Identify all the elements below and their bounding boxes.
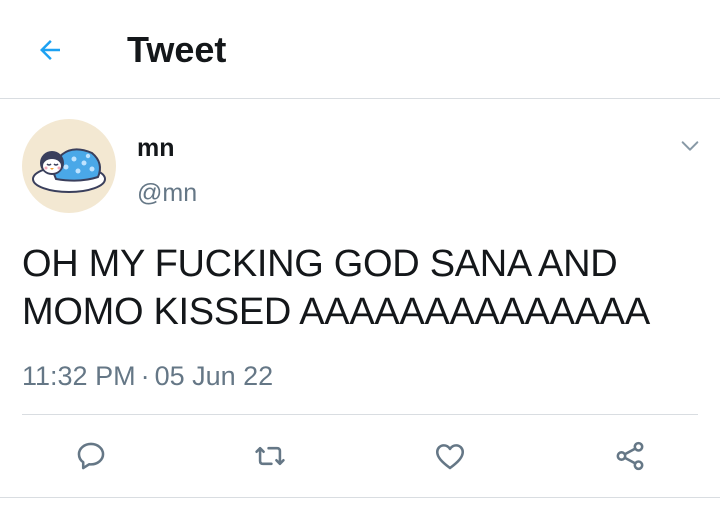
tweet-text: OH MY FUCKING GOD SANA AND MOMO KISSED A… [22,243,650,333]
reply-icon [77,442,105,470]
chevron-down-icon [681,141,699,151]
share-icon [616,441,644,471]
tweet-date: 05 Jun 22 [154,361,274,391]
heart-icon [435,444,465,470]
retweet-button[interactable] [250,436,290,476]
author-handle[interactable]: @mn [137,178,197,208]
tweet-timestamp: 11:32 PM · 05 Jun 22 [22,360,273,392]
tweet-time: 11:32 PM [22,361,136,391]
retweet-icon [255,446,285,466]
app-header: Tweet [0,0,720,99]
arrow-left-icon [40,40,60,60]
bottom-divider [0,497,720,498]
meta-separator: · [140,361,150,391]
page-title: Tweet [127,29,227,70]
author-display-name[interactable]: mn [137,133,175,163]
tweet-menu-button[interactable] [676,132,704,160]
author-avatar[interactable] [22,119,116,213]
like-button[interactable] [430,436,470,476]
reply-button[interactable] [71,436,111,476]
divider [22,414,698,415]
share-button[interactable] [610,436,650,476]
sleeping-penguin-avatar-icon [32,148,106,193]
back-button[interactable] [30,30,70,70]
